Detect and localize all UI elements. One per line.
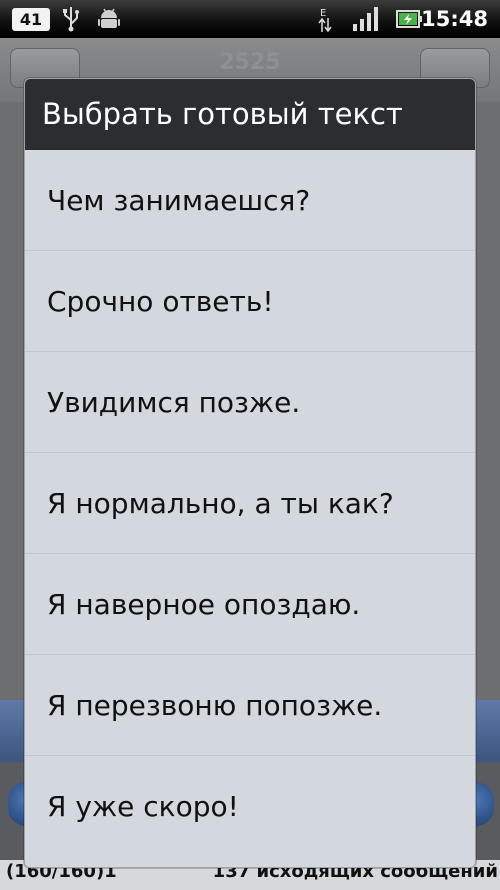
quick-text-item[interactable]: Я нормально, а ты как? — [25, 453, 475, 554]
quick-text-item[interactable]: Увидимся позже. — [25, 352, 475, 453]
quick-text-item[interactable]: Срочно ответь! — [25, 251, 475, 352]
signal-icon — [353, 7, 378, 31]
usb-icon — [63, 7, 79, 32]
dialog-title: Выбрать готовый текст — [25, 79, 475, 150]
quick-text-item[interactable]: Я уже скоро! — [25, 756, 475, 857]
data-e-icon: E — [318, 8, 332, 33]
svg-text:E: E — [320, 8, 326, 19]
message-area-left-edge — [0, 700, 24, 762]
quick-text-item[interactable]: Чем занимаешся? — [25, 150, 475, 251]
android-debug-icon — [98, 8, 120, 28]
battery-charging-icon — [396, 10, 422, 28]
message-area-right-edge — [476, 700, 500, 762]
quick-text-list: Чем занимаешся? Срочно ответь! Увидимся … — [25, 150, 475, 857]
quick-text-item[interactable]: Я наверное опоздаю. — [25, 554, 475, 655]
status-bar: 41 E 15:48 — [0, 0, 500, 38]
notification-count-badge: 41 — [12, 8, 50, 31]
status-time: 15:48 — [421, 7, 488, 31]
quick-text-item[interactable]: Я перезвоню попозже. — [25, 655, 475, 756]
quick-text-dialog: Выбрать готовый текст Чем занимаешся? Ср… — [24, 78, 476, 868]
